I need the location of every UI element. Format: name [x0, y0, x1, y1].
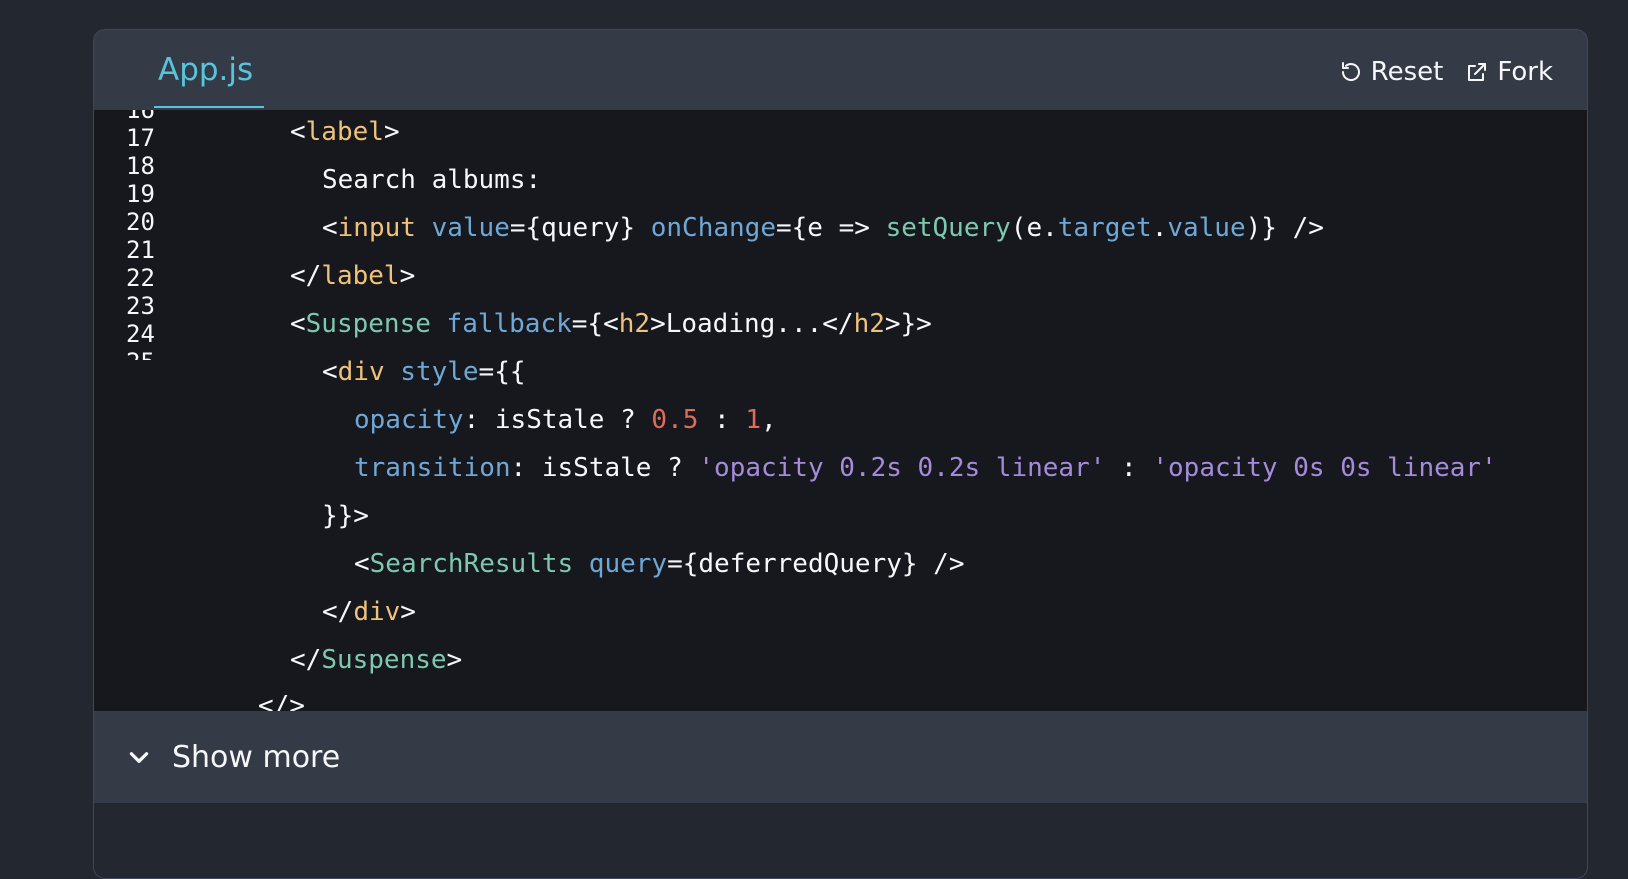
code-line: </>	[258, 691, 305, 711]
code-line: }}>	[322, 501, 369, 531]
chevron-down-icon	[129, 752, 149, 763]
line-number: 17	[126, 124, 155, 152]
fork-label: Fork	[1497, 57, 1553, 87]
code-editor[interactable]: 16 17 18 19 20 21 22 23 24 25 <label> Se…	[94, 110, 1587, 711]
code-line: </div>	[322, 597, 416, 627]
code-line: <Suspense fallback={<h2>Loading...</h2>}…	[290, 309, 932, 339]
code-line: <label>	[290, 117, 400, 147]
code-line: <input value={query} onChange={e => setQ…	[322, 213, 1324, 243]
line-number: 21	[126, 236, 155, 264]
tab-bar: App.js Reset Fork	[94, 30, 1587, 110]
show-more-button[interactable]: Show more	[94, 711, 1587, 803]
code-line: <SearchResults query={deferredQuery} />	[354, 549, 965, 579]
line-number: 18	[126, 152, 155, 180]
external-link-icon	[1468, 63, 1487, 81]
line-number: 22	[126, 264, 155, 292]
line-number: 25	[126, 348, 186, 360]
line-number: 24	[126, 320, 155, 348]
reset-button[interactable]: Reset	[1339, 57, 1444, 87]
code-line: opacity: isStale ? 0.5 : 1,	[354, 405, 777, 435]
line-number: 20	[126, 208, 155, 236]
reset-icon	[1341, 62, 1360, 81]
line-number: 16	[126, 110, 155, 124]
toolbar-actions: Reset Fork	[1339, 54, 1553, 90]
fork-button[interactable]: Fork	[1465, 57, 1553, 87]
code-line: </label>	[290, 261, 416, 291]
code-line: Search albums:	[322, 165, 542, 195]
tab-app-js[interactable]: App.js	[154, 50, 257, 90]
line-number: 19	[126, 180, 155, 208]
code-line: transition: isStale ? 'opacity 0.2s 0.2s…	[354, 453, 1497, 483]
code-line: </Suspense>	[290, 645, 463, 675]
line-number-gutter: 16 17 18 19 20 21 22 23 24 25	[126, 110, 186, 360]
code-line: <div style={{	[322, 357, 526, 387]
line-number: 23	[126, 292, 155, 320]
reset-label: Reset	[1370, 57, 1444, 87]
active-tab-indicator	[154, 106, 264, 108]
code-sandbox-panel: App.js Reset Fork 16 17 18 19 20 21 22 2…	[93, 29, 1588, 879]
preview-area	[94, 803, 1587, 878]
show-more-label: Show more	[172, 739, 341, 775]
